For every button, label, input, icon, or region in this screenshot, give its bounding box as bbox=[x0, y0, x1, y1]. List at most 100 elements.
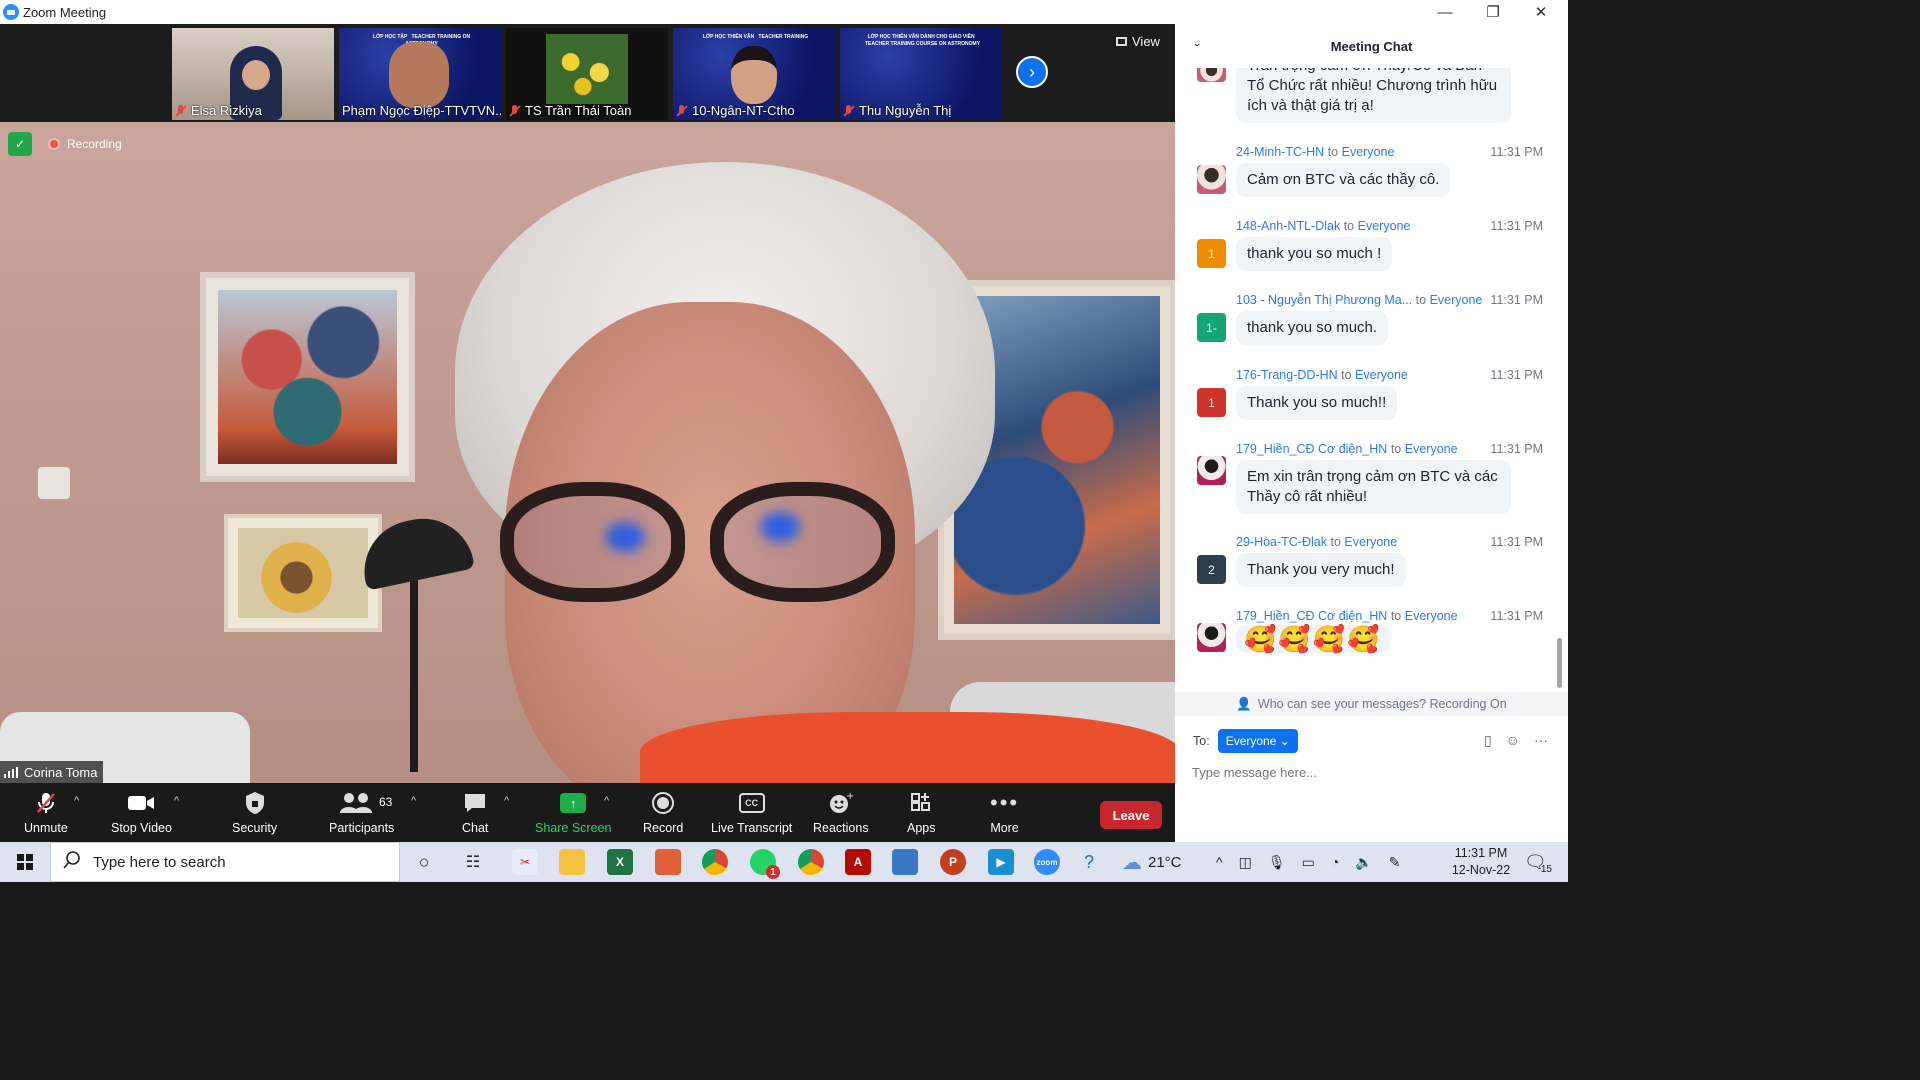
message-time: 11:31 PM bbox=[1490, 535, 1543, 549]
task-view-icon[interactable]: ☷ bbox=[460, 849, 486, 875]
recording-indicator[interactable]: Recording bbox=[42, 132, 128, 156]
taskbar-clock[interactable]: 11:31 PM 12-Nov-22 bbox=[1448, 845, 1514, 879]
chevron-right-icon: › bbox=[1029, 61, 1035, 82]
apps-button[interactable]: Apps bbox=[907, 791, 936, 835]
emoji-icon[interactable]: ☺ bbox=[1506, 732, 1520, 749]
snipping-tool-icon[interactable]: ✂ bbox=[512, 849, 538, 875]
photos-icon[interactable] bbox=[892, 849, 918, 875]
avatar bbox=[1197, 165, 1226, 194]
avatar bbox=[1197, 623, 1226, 652]
wifi-icon[interactable]: ◔ bbox=[1331, 854, 1339, 870]
taskbar-search[interactable]: Type here to search bbox=[50, 842, 400, 882]
more-button[interactable]: ••• More bbox=[990, 790, 1019, 835]
chat-messages[interactable]: Trân trọng cảm ơn Thầy/Cô và Ban Tổ Chức… bbox=[1175, 68, 1568, 692]
start-button[interactable] bbox=[0, 842, 50, 882]
participant-tile[interactable]: LỚP HỌC TẬP TEACHER TRAINING ON ASTRONOM… bbox=[339, 28, 501, 120]
participant-face bbox=[242, 60, 270, 90]
share-screen-button[interactable]: ↑ Share Screen bbox=[535, 791, 611, 835]
system-tray: ? ☁ 21°C bbox=[1084, 842, 1182, 882]
chat-scrollbar[interactable] bbox=[1557, 638, 1562, 688]
flower-picture bbox=[546, 34, 628, 104]
close-button[interactable]: ✕ bbox=[1518, 0, 1564, 24]
svg-text:+: + bbox=[846, 791, 854, 802]
active-speaker-video[interactable]: Recording Corina Toma bbox=[0, 122, 1175, 783]
avatar: 1- bbox=[1197, 313, 1226, 342]
speaker-name: Corina Toma bbox=[24, 764, 98, 780]
avatar: 1 bbox=[1197, 388, 1226, 417]
volume-icon[interactable]: 🔈 bbox=[1355, 854, 1372, 871]
visibility-notice-text: Who can see your messages? Recording On bbox=[1257, 697, 1507, 711]
meet-now-icon[interactable]: ◫ bbox=[1239, 854, 1252, 871]
message-meta: 29-Hòa-TC-Đlak to Everyone bbox=[1236, 535, 1398, 549]
chat-input[interactable] bbox=[1192, 760, 1542, 784]
whatsapp-icon[interactable]: 1 bbox=[750, 849, 780, 879]
chrome-profile-icon[interactable] bbox=[798, 849, 824, 875]
message-time: 11:31 PM bbox=[1490, 219, 1543, 233]
books-app-icon[interactable] bbox=[655, 849, 681, 875]
stop-video-button[interactable]: Stop Video bbox=[111, 791, 172, 835]
acrobat-icon[interactable]: A bbox=[845, 849, 871, 875]
help-icon[interactable]: ? bbox=[1084, 852, 1114, 873]
powerpoint-icon[interactable]: P bbox=[940, 849, 966, 875]
participant-tile[interactable]: Elsa Rizkiya bbox=[172, 28, 334, 120]
microphone-icon[interactable]: 🎙 bbox=[1268, 854, 1286, 871]
file-explorer-icon[interactable] bbox=[559, 849, 585, 875]
weather-temp[interactable]: 21°C bbox=[1148, 854, 1182, 871]
chat-caret-icon[interactable]: ^ bbox=[504, 795, 509, 807]
mic-muted-icon bbox=[676, 104, 688, 117]
clock-date: 12-Nov-22 bbox=[1451, 863, 1511, 877]
participants-caret-icon[interactable]: ^ bbox=[411, 795, 416, 807]
record-dot-icon bbox=[48, 138, 60, 150]
record-icon bbox=[651, 791, 675, 815]
share-options-caret-icon[interactable]: ^ bbox=[604, 795, 609, 807]
reactions-button[interactable]: + Reactions bbox=[813, 791, 869, 835]
cortana-icon[interactable]: ○ bbox=[411, 849, 437, 875]
message-time: 11:31 PM bbox=[1490, 609, 1543, 623]
message-meta: 179_Hiền_CĐ Cơ điện_HN to Everyone bbox=[1236, 609, 1458, 623]
pen-icon[interactable]: ✎ bbox=[1389, 854, 1401, 871]
audio-options-caret-icon[interactable]: ^ bbox=[74, 795, 79, 807]
participant-tile[interactable]: LỚP HỌC THIÊN VĂN DÀNH CHO GIÁO VIÊN TEA… bbox=[840, 28, 1002, 120]
file-icon[interactable]: ▯ bbox=[1484, 732, 1492, 749]
participants-label: Participants bbox=[329, 821, 395, 835]
minimize-button[interactable]: — bbox=[1422, 0, 1468, 24]
record-button[interactable]: Record bbox=[643, 791, 683, 835]
weather-cloud-icon[interactable]: ☁ bbox=[1122, 850, 1142, 875]
zoom-app-icon[interactable]: zoom bbox=[1034, 849, 1060, 875]
more-options-icon[interactable]: ··· bbox=[1534, 732, 1548, 749]
participants-button[interactable]: 63 Participants bbox=[329, 791, 394, 835]
next-page-button[interactable]: › bbox=[1016, 56, 1048, 88]
message-bubble: thank you so much ! bbox=[1236, 237, 1393, 271]
more-label: More bbox=[990, 821, 1019, 835]
restore-button[interactable]: ❐ bbox=[1470, 0, 1516, 24]
unmute-button[interactable]: Unmute bbox=[24, 791, 68, 835]
encryption-shield-icon[interactable] bbox=[8, 132, 32, 156]
excel-icon[interactable]: X bbox=[607, 849, 633, 875]
chat-button[interactable]: Chat bbox=[462, 791, 488, 835]
video-options-caret-icon[interactable]: ^ bbox=[174, 795, 179, 807]
battery-icon[interactable]: ▭ bbox=[1302, 854, 1315, 871]
search-icon bbox=[63, 851, 81, 873]
chrome-icon[interactable] bbox=[702, 849, 728, 875]
recipient-row: To: Everyone ⌄ bbox=[1193, 729, 1298, 753]
chevron-up-icon[interactable]: ^ bbox=[1216, 854, 1223, 870]
speaker-shirt bbox=[640, 712, 1175, 783]
leave-button[interactable]: Leave bbox=[1100, 801, 1162, 829]
participant-tile[interactable]: TS Trần Thái Toàn bbox=[506, 28, 668, 120]
participant-name-label: Elsa Rizkiya bbox=[175, 103, 262, 118]
security-button[interactable]: Security bbox=[232, 791, 277, 835]
live-transcript-button[interactable]: CC Live Transcript bbox=[711, 791, 792, 835]
participant-name-label: TS Trần Thái Toàn bbox=[509, 103, 631, 118]
recipient-dropdown[interactable]: Everyone ⌄ bbox=[1217, 729, 1298, 753]
visibility-notice[interactable]: 👤 Who can see your messages? Recording O… bbox=[1175, 692, 1568, 716]
view-button[interactable]: View bbox=[1116, 34, 1160, 49]
collapse-chevron-icon[interactable]: › bbox=[1191, 43, 1203, 47]
record-label: Record bbox=[643, 821, 684, 835]
view-label: View bbox=[1132, 34, 1160, 49]
video-player-icon[interactable]: ▶ bbox=[988, 849, 1014, 875]
lamp bbox=[410, 572, 418, 772]
action-center-button[interactable]: 🗨 15 bbox=[1524, 842, 1552, 882]
participant-tile[interactable]: LỚP HỌC THIÊN VĂN TEACHER TRAINING 10-Ng… bbox=[673, 28, 835, 120]
message-bubble: Thank you so much!! bbox=[1236, 386, 1398, 420]
wall-painting bbox=[224, 514, 382, 632]
